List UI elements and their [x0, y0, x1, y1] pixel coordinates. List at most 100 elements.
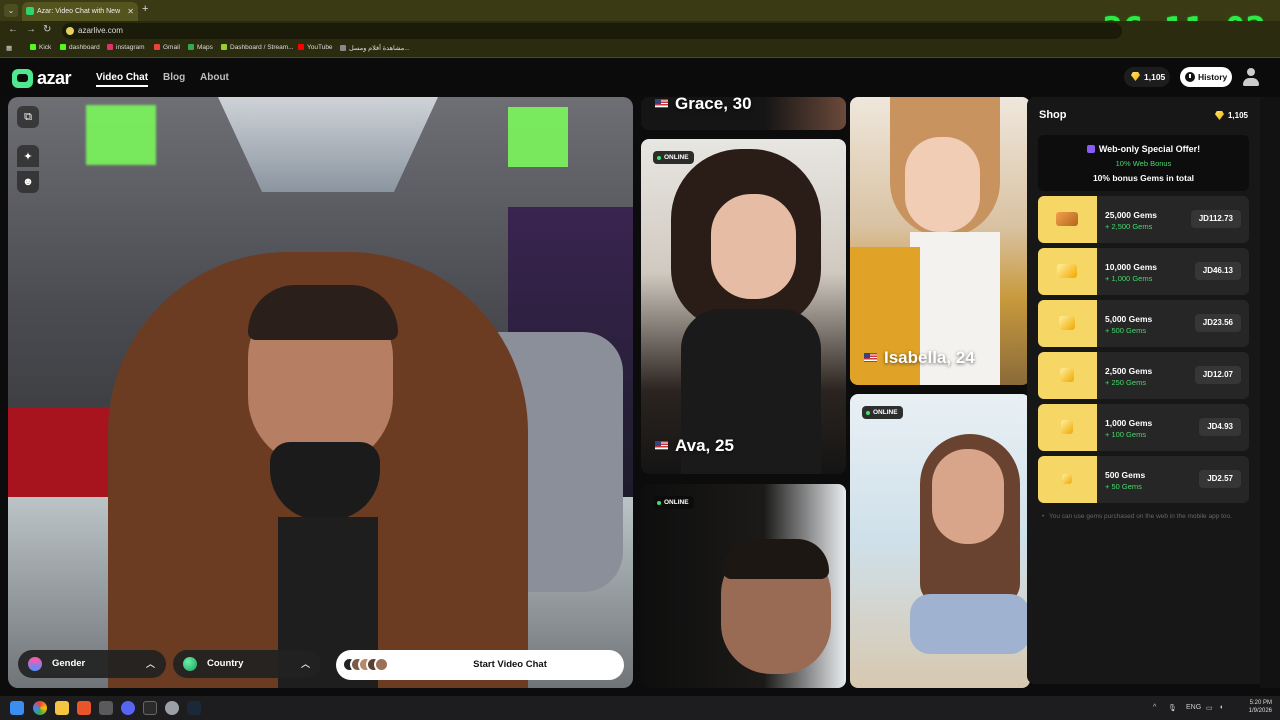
price-button[interactable]: JD23.56	[1194, 314, 1241, 332]
web-offer-banner: Web-only Special Offer! 10% Web Bonus 10…	[1038, 135, 1249, 191]
nav-video-chat[interactable]: Video Chat	[96, 72, 149, 87]
shop-panel: Shop 1,105 Web-only Special Offer! 10% W…	[1027, 97, 1260, 684]
file-explorer-icon[interactable]	[55, 701, 69, 715]
app-icon[interactable]	[99, 701, 113, 715]
profile-icon[interactable]	[1242, 67, 1260, 87]
steam-icon[interactable]	[187, 701, 201, 715]
bookmark-arabic-movies[interactable]: مشاهدة أفلام ومسل...	[340, 44, 410, 52]
azar-logo[interactable]: azar	[12, 68, 72, 88]
camera-preview: ⧉ ✦ ☻ Gender ︿ Country ︿ Start Video Cha…	[8, 97, 633, 688]
nav-blog[interactable]: Blog	[163, 72, 185, 83]
new-tab-button[interactable]: +	[142, 3, 148, 15]
effects-sparkle-icon[interactable]: ✦	[17, 145, 39, 167]
gem-icon	[1131, 72, 1140, 81]
windows-start-icon[interactable]	[10, 701, 24, 715]
tray-chevron-icon[interactable]: ^	[1153, 704, 1156, 711]
online-badge: ONLINE	[653, 496, 694, 509]
gems-balance-button[interactable]: 1,105	[1124, 67, 1170, 87]
offer-title: Web-only Special Offer!	[1098, 144, 1201, 154]
address-bar-row: ← → ↻ azarlive.com	[0, 21, 1280, 41]
youtube-icon	[298, 44, 304, 51]
gem-pile-icon	[1038, 300, 1097, 347]
site-header: azar Video Chat Blog About 1,105 History	[0, 59, 1280, 96]
network-icon[interactable]: ▭	[1206, 704, 1213, 712]
browser-tab-active[interactable]: Azar: Video Chat with New ✕	[22, 2, 138, 21]
clock-icon	[1185, 72, 1195, 82]
price-button[interactable]: JD2.57	[1199, 470, 1241, 488]
online-badge: ONLINE	[862, 406, 903, 419]
bookmark-kick[interactable]: Kick	[30, 44, 51, 51]
price-button[interactable]: JD12.07	[1194, 366, 1241, 384]
shop-note: You can use gems purchased on the web in…	[1042, 512, 1247, 521]
dashboard-icon	[221, 44, 227, 51]
bookmark-dashboard-stream[interactable]: Dashboard / Stream...	[221, 44, 294, 51]
forward-icon[interactable]: →	[26, 24, 36, 35]
apps-grid-icon[interactable]: ▦	[6, 44, 12, 52]
volume-icon[interactable]: ◖	[1219, 704, 1223, 711]
settings-icon[interactable]	[165, 701, 179, 715]
language-indicator[interactable]: ENG	[1186, 704, 1201, 711]
azar-logo-icon	[12, 68, 33, 88]
bookmark-instagram[interactable]: instagram	[107, 44, 145, 51]
price-button[interactable]: JD112.73	[1190, 210, 1241, 228]
face-filter-icon[interactable]: ☻	[17, 171, 39, 193]
microphone-icon[interactable]: 🎙	[1168, 704, 1177, 712]
gem-package-2500[interactable]: 2,500 Gems + 250 Gems JD12.07	[1038, 352, 1249, 399]
profile-card-man[interactable]: ONLINE	[641, 484, 846, 688]
price-button[interactable]: JD4.93	[1199, 418, 1241, 436]
pip-toggle-icon[interactable]: ⧉	[17, 106, 39, 128]
url-field[interactable]: azarlive.com	[62, 23, 1122, 39]
profile-card-woman-beach[interactable]: ONLINE	[850, 394, 1030, 688]
price-button[interactable]: JD46.13	[1194, 262, 1241, 280]
tab-search-button[interactable]: ⌄	[4, 4, 18, 17]
gem-package-500[interactable]: 500 Gems + 50 Gems JD2.57	[1038, 456, 1249, 503]
bookmark-youtube[interactable]: YouTube	[298, 44, 333, 51]
gem-package-25000[interactable]: 25,000 Gems + 2,500 Gems JD112.73	[1038, 196, 1249, 243]
movie-site-icon	[340, 45, 346, 52]
discord-icon[interactable]	[121, 701, 135, 715]
gem-icon	[1038, 456, 1097, 503]
gender-filter-button[interactable]: Gender ︿	[18, 650, 166, 678]
profile-name: Ava, 25	[675, 436, 734, 455]
bookmark-maps[interactable]: Maps	[188, 44, 213, 51]
profile-card-grace[interactable]: Grace, 30	[641, 97, 846, 130]
nav-about[interactable]: About	[200, 72, 229, 83]
windows-taskbar: ^ 🎙 ENG ▭ ◖ 5:20 PM 1/9/2026	[0, 696, 1280, 720]
gem-pile-icon	[1038, 352, 1097, 399]
azar-favicon-icon	[26, 7, 34, 15]
kick-icon	[60, 44, 66, 51]
browser-tab-bar: ⌄ Azar: Video Chat with New ✕ +	[0, 0, 1280, 21]
gender-icon	[28, 657, 42, 671]
bookmark-dashboard[interactable]: dashboard	[60, 44, 100, 51]
gem-package-5000[interactable]: 5,000 Gems + 500 Gems JD23.56	[1038, 300, 1249, 347]
chevron-up-icon: ︿	[145, 659, 155, 669]
url-text: azarlive.com	[78, 26, 123, 35]
tab-close-icon[interactable]: ✕	[127, 2, 134, 21]
gem-icon	[1214, 111, 1224, 120]
chrome-icon[interactable]	[33, 701, 47, 715]
kick-icon	[30, 44, 36, 51]
clock-area[interactable]: 5:20 PM 1/9/2026	[1249, 699, 1272, 715]
gem-package-10000[interactable]: 10,000 Gems + 1,000 Gems JD46.13	[1038, 248, 1249, 295]
start-video-chat-button[interactable]: Start Video Chat	[336, 650, 624, 680]
us-flag-icon	[864, 353, 877, 362]
profile-card-isabella[interactable]: Isabella, 24	[850, 97, 1030, 385]
gem-package-1000[interactable]: 1,000 Gems + 100 Gems JD4.93	[1038, 404, 1249, 451]
back-icon[interactable]: ←	[8, 24, 18, 35]
bookmark-gmail[interactable]: Gmail	[154, 44, 180, 51]
page-edge	[1260, 97, 1280, 688]
treasure-chest-icon	[1038, 196, 1097, 243]
reload-icon[interactable]: ↻	[43, 24, 51, 35]
bookmarks-bar: ▦ Kick dashboard instagram Gmail Maps Da…	[0, 41, 1280, 58]
gem-pile-icon	[1038, 404, 1097, 451]
history-button[interactable]: History	[1180, 67, 1232, 87]
country-filter-button[interactable]: Country ︿	[173, 650, 321, 678]
profile-card-ava[interactable]: ONLINE Ava, 25	[641, 139, 846, 474]
terminal-icon[interactable]	[143, 701, 157, 715]
user-avatars-stack	[342, 657, 389, 672]
tray-time: 5:20 PM	[1249, 700, 1272, 706]
site-info-icon[interactable]	[66, 27, 74, 35]
shop-title: Shop	[1039, 109, 1067, 121]
us-flag-icon	[655, 99, 668, 108]
app-icon[interactable]	[77, 701, 91, 715]
